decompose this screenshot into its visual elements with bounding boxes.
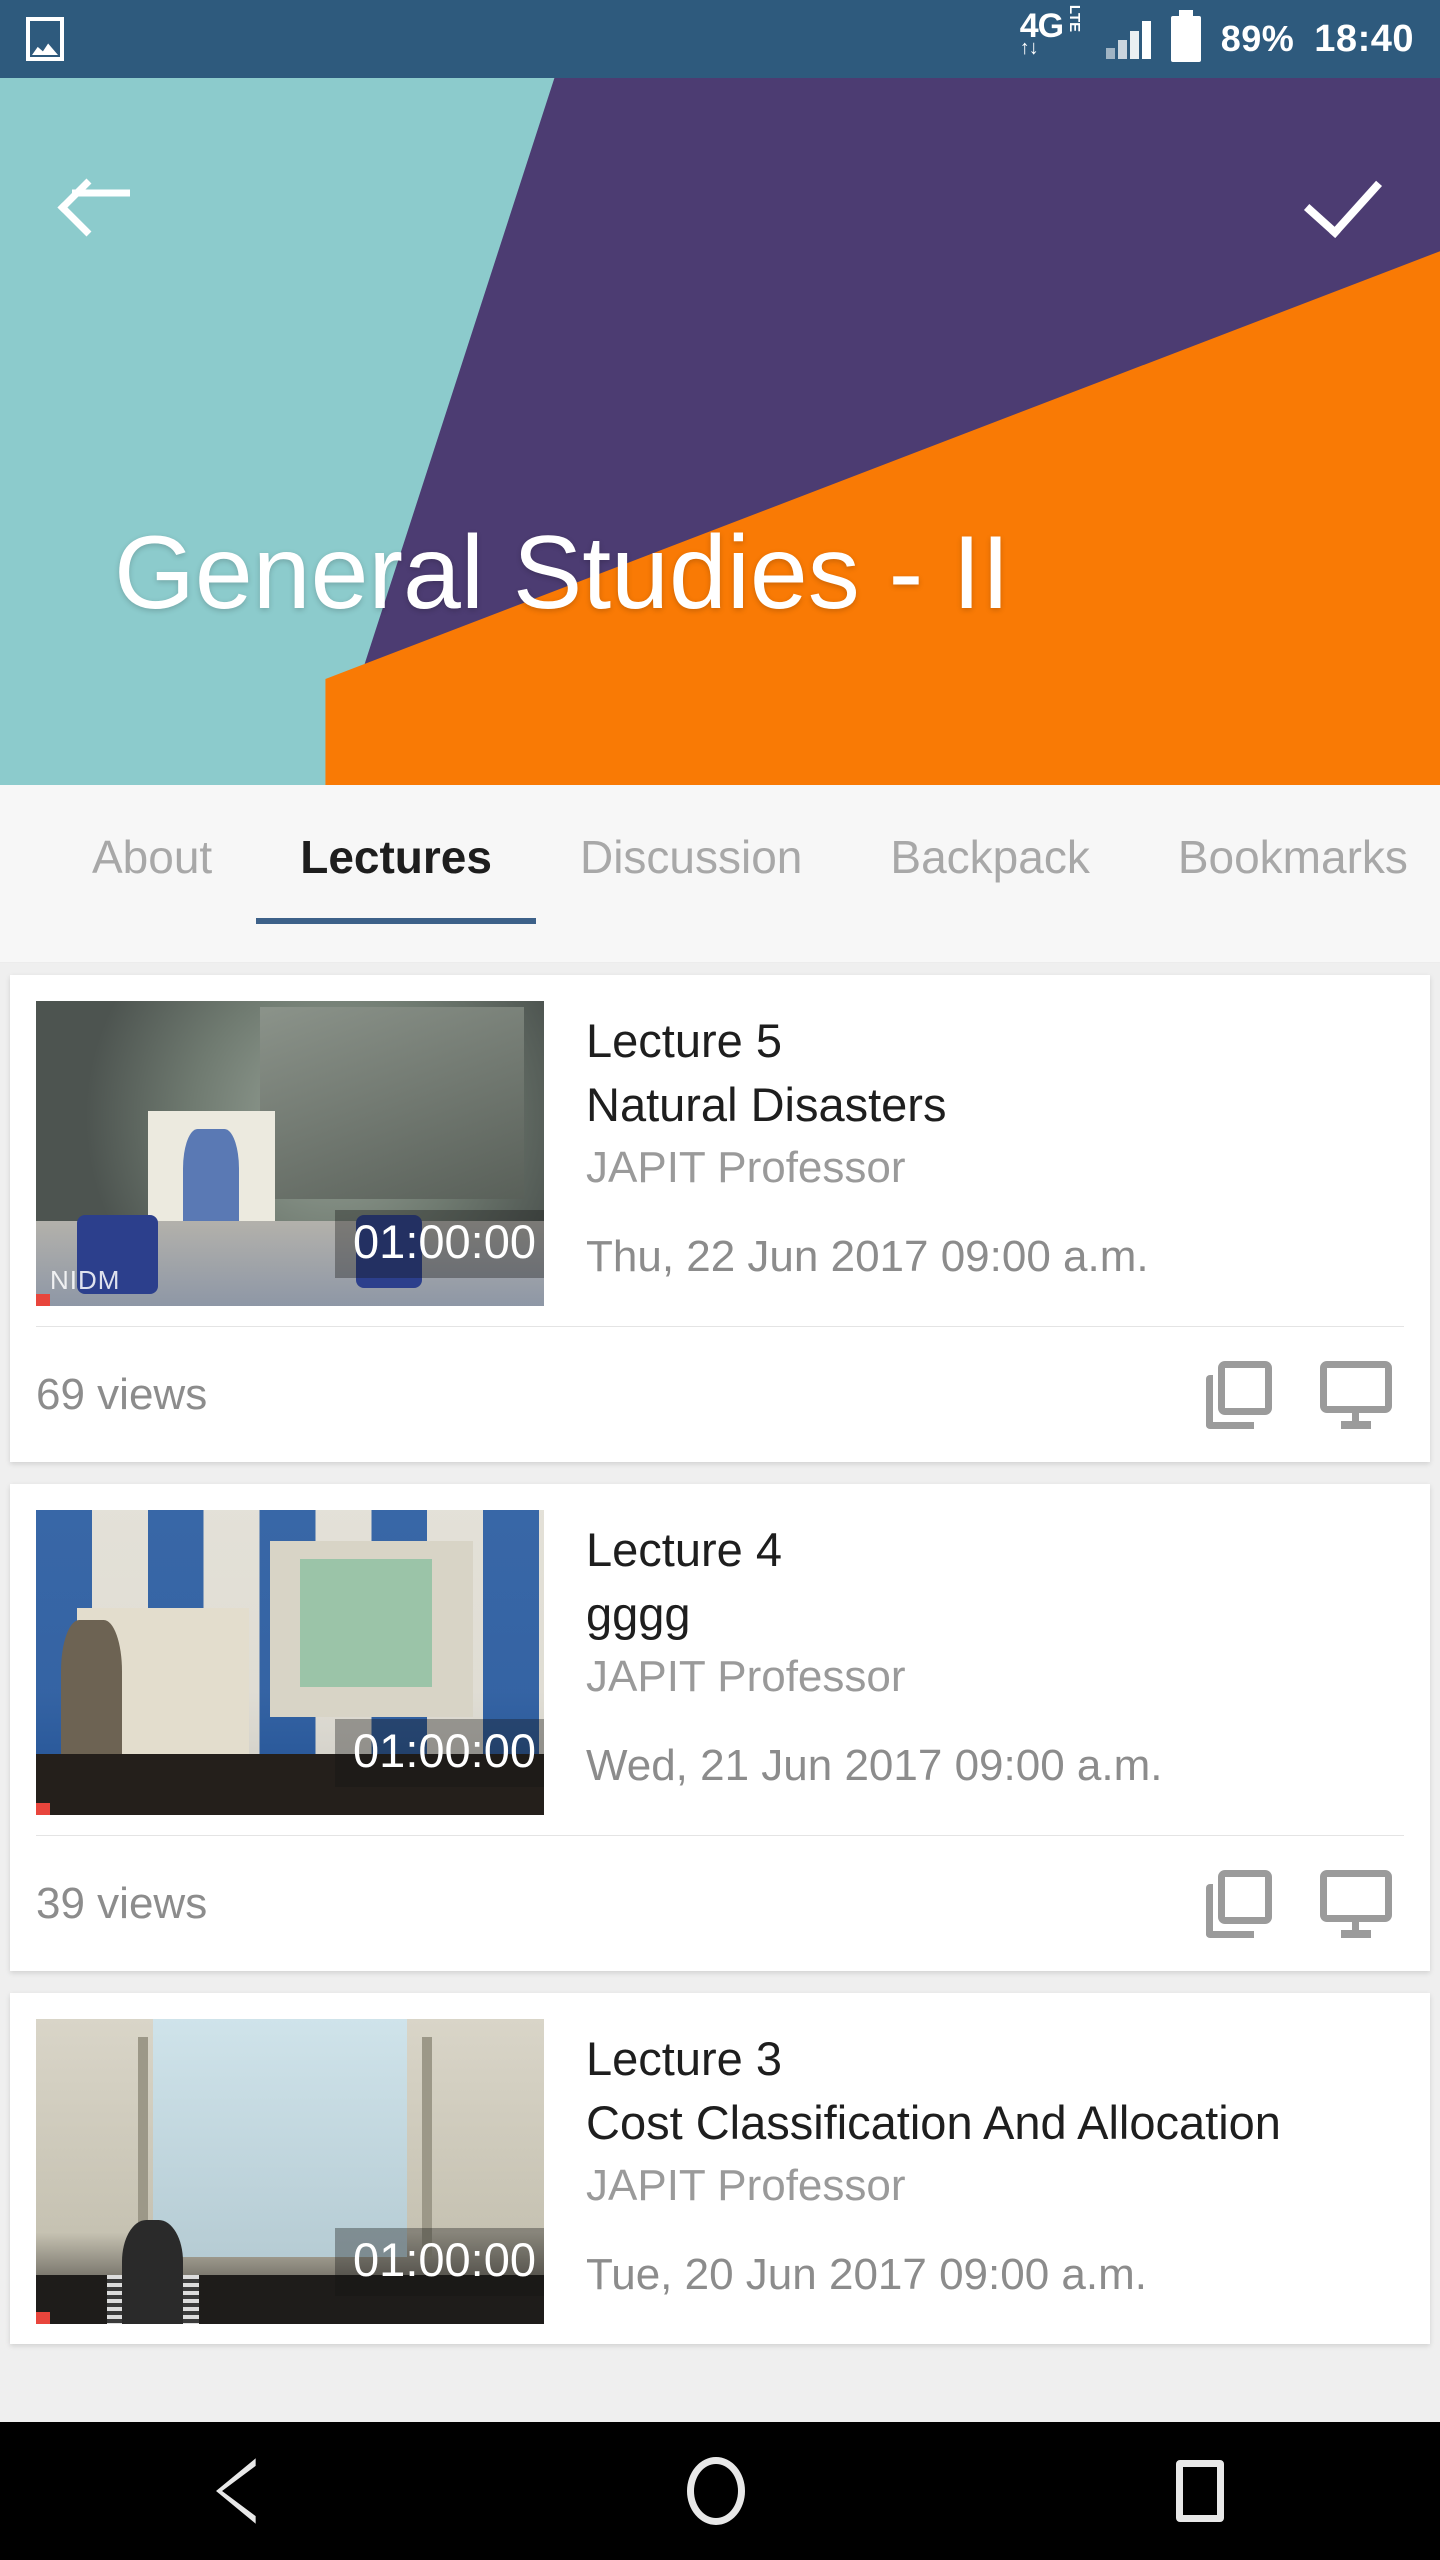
watch-progress-bar (36, 2312, 50, 2324)
copy-icon[interactable] (1206, 1360, 1272, 1429)
duration-badge: 01:00:00 (335, 1210, 544, 1278)
lecture-title: Cost Classification And Allocation (586, 2096, 1281, 2149)
watch-progress-bar (36, 1803, 50, 1815)
battery-percent-label: 89% (1220, 18, 1295, 59)
lecture-card[interactable]: 01:00:00 Lecture 3 Cost Classification A… (10, 1993, 1430, 2344)
lecture-number: Lecture 3 (586, 2032, 782, 2085)
battery-icon (1170, 10, 1201, 62)
status-bar-right: 4G LTE ↑↓ 89% 18:40 (1019, 5, 1414, 67)
copy-icon[interactable] (1206, 1869, 1272, 1938)
android-navigation-bar (0, 2422, 1440, 2560)
triangle-back-icon[interactable] (215, 2458, 256, 2524)
lecture-number: Lecture 5 (586, 1014, 782, 1067)
view-count: 39 views (36, 1878, 208, 1928)
tab-bar: About Lectures Discussion Backpack Bookm… (0, 785, 1440, 963)
photo-notification-icon (26, 17, 64, 61)
banner-toolbar (0, 78, 1440, 308)
lecture-list[interactable]: NIDM 01:00:00 Lecture 5 Natural Disaster… (0, 963, 1440, 2560)
lecture-meta: Lecture 3 Cost Classification And Alloca… (544, 2019, 1404, 2324)
lecture-number: Lecture 4 (586, 1523, 782, 1576)
lecture-card-footer: 39 views (36, 1835, 1404, 1971)
tab-backpack[interactable]: Backpack (846, 785, 1133, 962)
lecture-actions (1206, 1360, 1404, 1429)
duration-badge: 01:00:00 (335, 1719, 544, 1787)
lecture-thumbnail[interactable]: 01:00:00 (36, 1510, 544, 1815)
duration-badge: 01:00:00 (335, 2228, 544, 2296)
data-transfer-arrows-icon: ↑↓ (1019, 37, 1039, 59)
lecture-date: Wed, 21 Jun 2017 09:00 a.m. (586, 1741, 1163, 1790)
page-title: General Studies - II (114, 515, 1010, 631)
lecture-card-body[interactable]: NIDM 01:00:00 Lecture 5 Natural Disaster… (10, 975, 1430, 1326)
signal-strength-icon (1105, 19, 1151, 59)
lecture-date: Thu, 22 Jun 2017 09:00 a.m. (586, 1232, 1149, 1281)
square-recents-icon[interactable] (1176, 2460, 1225, 2522)
lecture-title: Natural Disasters (586, 1078, 947, 1131)
status-bar-left (26, 17, 64, 61)
lecture-card-footer: 69 views (36, 1326, 1404, 1462)
tab-discussion[interactable]: Discussion (536, 785, 846, 962)
lecture-title: gggg (586, 1587, 691, 1640)
lecture-author: JAPIT Professor (586, 1143, 906, 1192)
back-arrow-icon[interactable] (60, 157, 132, 229)
lecture-thumbnail[interactable]: NIDM 01:00:00 (36, 1001, 544, 1306)
lecture-author: JAPIT Professor (586, 2161, 906, 2210)
lecture-card-body[interactable]: 01:00:00 Lecture 3 Cost Classification A… (10, 1993, 1430, 2344)
tab-about[interactable]: About (48, 785, 256, 962)
lecture-date: Tue, 20 Jun 2017 09:00 a.m. (586, 2250, 1147, 2299)
circle-home-icon[interactable] (686, 2457, 745, 2525)
lecture-card[interactable]: 01:00:00 Lecture 4 gggg JAPIT Professor … (10, 1484, 1430, 1971)
lecture-meta: Lecture 4 gggg JAPIT Professor Wed, 21 J… (544, 1510, 1404, 1815)
watch-progress-bar (36, 1294, 50, 1306)
lecture-actions (1206, 1869, 1404, 1938)
monitor-icon[interactable] (1320, 1360, 1392, 1429)
tab-lectures[interactable]: Lectures (256, 785, 536, 962)
network-indicator: 4G LTE ↑↓ (1019, 5, 1086, 67)
clock-label: 18:40 (1314, 17, 1414, 60)
check-icon[interactable] (1308, 157, 1380, 229)
view-count: 69 views (36, 1369, 208, 1419)
status-bar: 4G LTE ↑↓ 89% 18:40 (0, 0, 1440, 78)
lecture-thumbnail[interactable]: 01:00:00 (36, 2019, 544, 2324)
thumbnail-watermark: NIDM (50, 1265, 121, 1295)
lecture-meta: Lecture 5 Natural Disasters JAPIT Profes… (544, 1001, 1404, 1306)
network-tech-label: LTE (1065, 4, 1083, 33)
lecture-author: JAPIT Professor (586, 1652, 906, 1701)
lecture-card[interactable]: NIDM 01:00:00 Lecture 5 Natural Disaster… (10, 975, 1430, 1462)
tab-bookmarks[interactable]: Bookmarks (1134, 785, 1440, 962)
lecture-card-body[interactable]: 01:00:00 Lecture 4 gggg JAPIT Professor … (10, 1484, 1430, 1835)
course-banner: General Studies - II (0, 78, 1440, 785)
monitor-icon[interactable] (1320, 1869, 1392, 1938)
